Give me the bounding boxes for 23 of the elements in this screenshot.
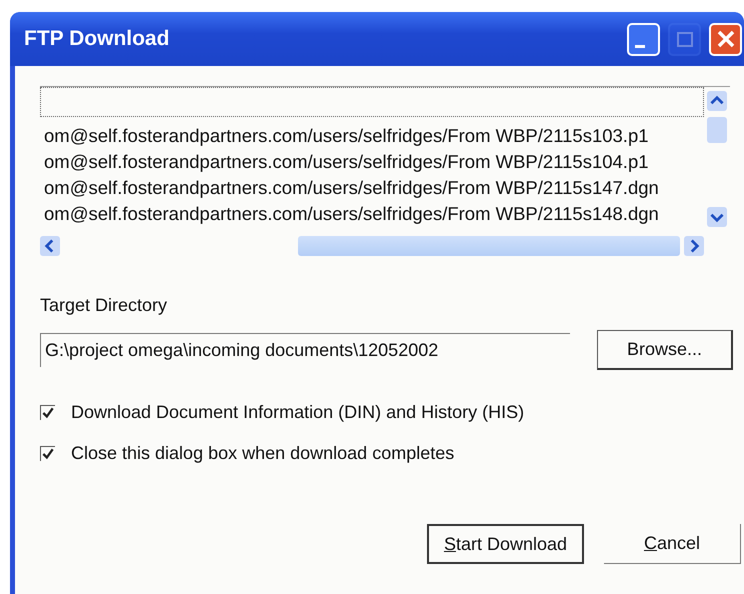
scroll-thumb[interactable]: [298, 236, 680, 256]
list-item[interactable]: om@self.fosterandpartners.com/users/selfridges/From WBP/2115s148.dgn: [40, 201, 704, 227]
horizontal-scrollbar[interactable]: [40, 233, 704, 259]
checkbox[interactable]: [40, 446, 55, 461]
directory-field[interactable]: G:\project omega\incoming documents\12052002: [40, 333, 570, 367]
maximize-icon: [676, 32, 692, 46]
checkbox[interactable]: [40, 405, 55, 420]
list-item[interactable]: om@self.fosterandpartners.com/users/selfridges/From WBP/2115s104.p1: [40, 149, 704, 175]
checkbox-label: Download Document Information (DIN) and History (HIS): [71, 402, 524, 423]
list-item[interactable]: om@self.fosterandpartners.com/users/selfridges/From WBP/2115s147.dgn: [40, 175, 704, 201]
browse-button[interactable]: Browse...: [597, 330, 733, 370]
list-item[interactable]: om@self.fosterandpartners.com/users/selfridges/From WBP/2115s103.p1: [40, 123, 704, 149]
minimize-button[interactable]: [627, 22, 660, 56]
checkbox-label: Close this dialog box when download completes: [71, 443, 454, 464]
close-button[interactable]: [709, 22, 742, 56]
field-label: Target Directory: [40, 295, 168, 316]
dialog-button[interactable]: Cancel: [604, 524, 741, 564]
dialog-button[interactable]: Start Download: [427, 524, 584, 564]
close-icon: [716, 30, 734, 48]
focus-row[interactable]: [40, 87, 704, 117]
window-title: FTP Download: [24, 27, 170, 51]
scroll-thumb[interactable]: [707, 117, 727, 143]
minimize-icon: [635, 44, 645, 48]
